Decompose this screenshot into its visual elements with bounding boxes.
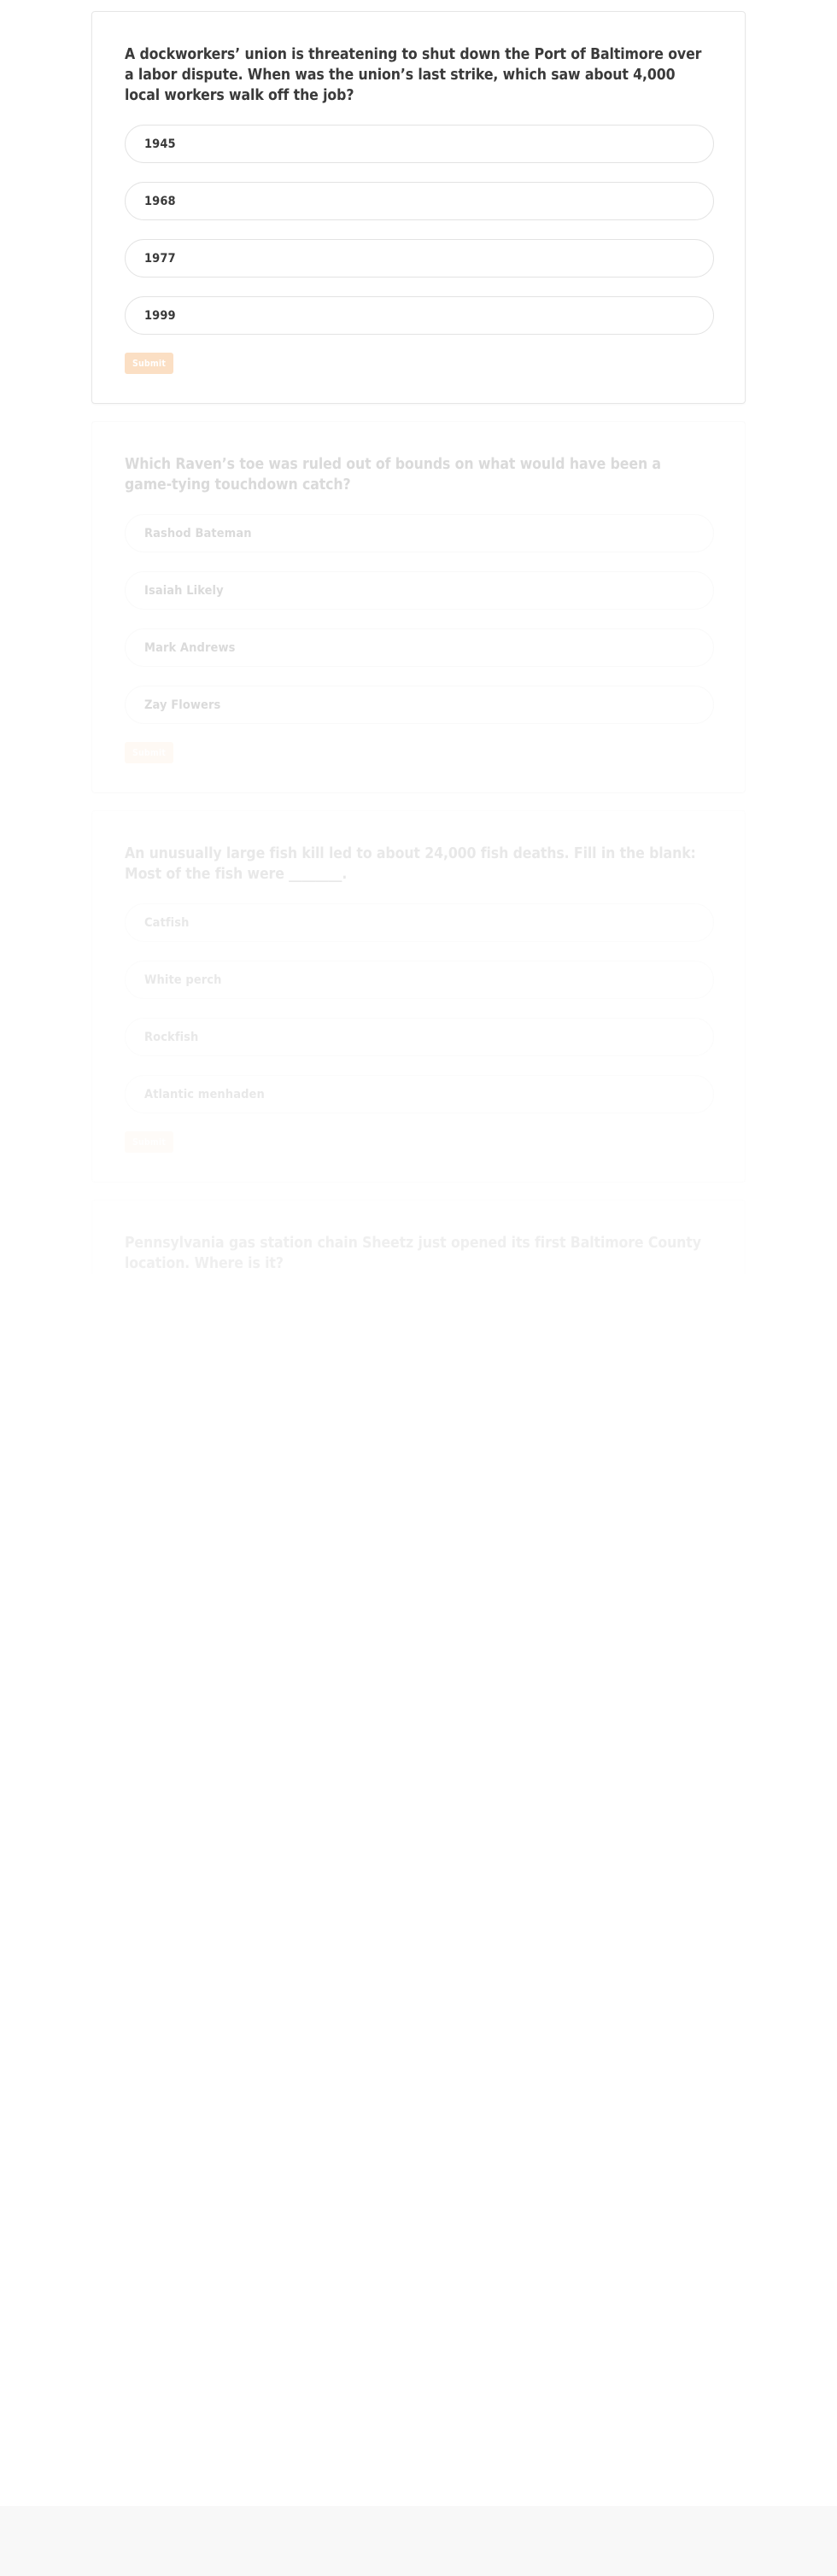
submit-button[interactable]: Submit (125, 742, 173, 763)
answer-option[interactable]: Rashod Bateman (125, 514, 714, 552)
answer-option-label: Zay Flowers (144, 698, 221, 712)
answer-option[interactable]: Catfish (125, 903, 714, 942)
answer-option[interactable]: Zay Flowers (125, 686, 714, 724)
answer-option[interactable]: 1999 (125, 296, 714, 335)
answer-option-label: Isaiah Likely (144, 583, 224, 598)
question-text: An unusually large fish kill led to abou… (125, 845, 696, 883)
answer-option-label: 1968 (144, 194, 176, 208)
answer-option[interactable]: 1977 (125, 239, 714, 277)
answer-option[interactable]: Mark Andrews (125, 628, 714, 667)
answer-option-label: White perch (144, 973, 222, 987)
answer-options-list: Catfish White perch Rockfish Atlantic me… (125, 903, 714, 1113)
question-text: A dockworkers’ union is threatening to s… (125, 46, 702, 104)
quiz-card-2: Which Raven’s toe was ruled out of bound… (91, 421, 746, 793)
submit-row: Submit (125, 353, 712, 374)
answer-option-label: Catfish (144, 915, 190, 930)
submit-row: Submit (125, 1131, 712, 1153)
answer-option-label: Atlantic menhaden (144, 1087, 265, 1101)
answer-option[interactable]: Isaiah Likely (125, 571, 714, 610)
answer-option-label: Mark Andrews (144, 640, 236, 655)
answer-option[interactable]: Rockfish (125, 1018, 714, 1056)
answer-option-label: Rashod Bateman (144, 526, 252, 540)
submit-button[interactable]: Submit (125, 353, 173, 374)
answer-option-label: 1977 (144, 251, 176, 266)
quiz-card-3: An unusually large fish kill led to abou… (91, 810, 746, 1183)
answer-option[interactable]: 1968 (125, 182, 714, 220)
quiz-page: A dockworkers’ union is threatening to s… (0, 0, 837, 2576)
answer-option[interactable]: White perch (125, 961, 714, 999)
answer-option[interactable]: Atlantic menhaden (125, 1075, 714, 1113)
answer-option[interactable]: 1945 (125, 125, 714, 163)
answer-option-label: 1945 (144, 137, 176, 151)
answer-options-list: Rashod Bateman Isaiah Likely Mark Andrew… (125, 514, 714, 724)
quiz-card-4: Pennsylvania gas station chain Sheetz ju… (91, 1200, 746, 1274)
quiz-card-1: A dockworkers’ union is threatening to s… (91, 11, 746, 404)
submit-button[interactable]: Submit (125, 1131, 173, 1153)
question-text: Which Raven’s toe was ruled out of bound… (125, 456, 661, 494)
answer-options-list: 1945 1968 1977 1999 (125, 125, 714, 335)
footer-band (0, 2506, 837, 2576)
question-text: Pennsylvania gas station chain Sheetz ju… (125, 1235, 701, 1272)
answer-option-label: Rockfish (144, 1030, 199, 1044)
quiz-card-stack: A dockworkers’ union is threatening to s… (91, 11, 746, 1291)
submit-row: Submit (125, 742, 712, 763)
answer-option-label: 1999 (144, 308, 176, 323)
